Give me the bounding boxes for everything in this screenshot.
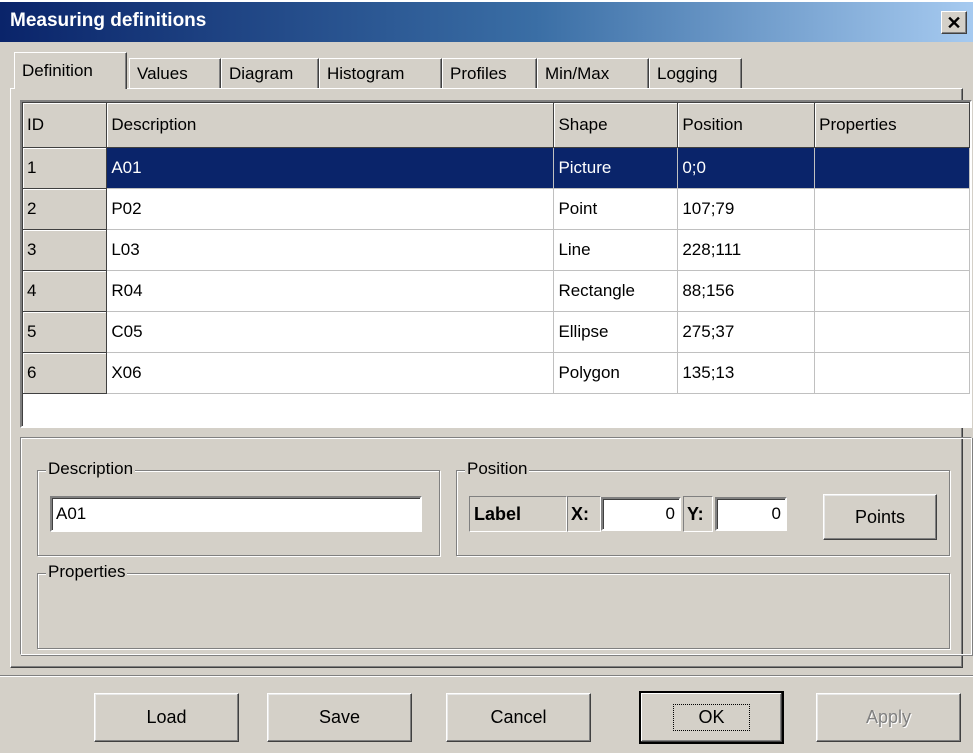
row-id[interactable]: 4 — [23, 270, 108, 312]
y-label: Y: — [683, 496, 713, 532]
table-row[interactable]: 6 X06 Polygon 135;13 — [23, 352, 970, 394]
column-header-description[interactable]: Description — [106, 103, 555, 148]
tab-label: Values — [137, 63, 188, 83]
position-label: Label — [469, 496, 567, 532]
table-row[interactable]: 1 A01 Picture 0;0 — [23, 147, 970, 189]
save-button-label: Save — [318, 707, 361, 727]
footer-divider — [0, 675, 973, 677]
row-id[interactable]: 5 — [23, 311, 108, 353]
x-input[interactable]: 0 — [601, 497, 681, 531]
tab-min-max[interactable]: Min/Max — [537, 58, 649, 88]
row-description[interactable]: P02 — [106, 188, 555, 230]
tab-label: Min/Max — [545, 63, 610, 83]
properties-group: Properties — [37, 562, 950, 649]
column-header-id[interactable]: ID — [23, 103, 108, 148]
window-title: Measuring definitions — [10, 10, 207, 31]
row-description[interactable]: A01 — [106, 147, 555, 189]
row-position[interactable]: 0;0 — [677, 147, 816, 189]
header-row: ID Description Shape Position Properties — [23, 103, 970, 148]
tab-label: Profiles — [450, 63, 507, 83]
column-header-position[interactable]: Position — [677, 103, 816, 148]
row-id[interactable]: 3 — [23, 229, 108, 271]
apply-button-label: Apply — [865, 707, 912, 727]
y-input[interactable]: 0 — [715, 497, 787, 531]
row-description[interactable]: R04 — [106, 270, 555, 312]
tab-histogram[interactable]: Histogram — [319, 58, 442, 88]
description-legend: Description — [46, 459, 136, 479]
table-row[interactable]: 2 P02 Point 107;79 — [23, 188, 970, 230]
points-button-label: Points — [854, 506, 906, 527]
row-shape[interactable]: Line — [553, 229, 679, 271]
description-group: Description A01 — [37, 459, 440, 556]
row-position[interactable]: 228;111 — [677, 229, 816, 271]
row-shape[interactable]: Polygon — [553, 352, 679, 394]
tab-label: Diagram — [229, 63, 294, 83]
table-row[interactable]: 3 L03 Line 228;111 — [23, 229, 970, 271]
column-header-shape[interactable]: Shape — [553, 103, 679, 148]
properties-legend: Properties — [46, 562, 128, 582]
row-position[interactable]: 275;37 — [677, 311, 816, 353]
close-icon: ✕ — [946, 12, 962, 33]
row-properties[interactable] — [814, 311, 970, 353]
cancel-button-label: Cancel — [490, 707, 547, 727]
row-id[interactable]: 2 — [23, 188, 108, 230]
row-shape[interactable]: Rectangle — [553, 270, 679, 312]
position-group: Position Label X: 0 Y: 0 Points — [456, 459, 950, 556]
row-shape[interactable]: Picture — [553, 147, 679, 189]
cancel-button[interactable]: Cancel — [446, 693, 591, 742]
load-button[interactable]: Load — [94, 693, 239, 742]
row-description[interactable]: X06 — [106, 352, 555, 394]
tab-profiles[interactable]: Profiles — [442, 58, 537, 88]
save-button[interactable]: Save — [267, 693, 412, 742]
row-id[interactable]: 1 — [23, 147, 108, 189]
table-row[interactable]: 4 R04 Rectangle 88;156 — [23, 270, 970, 312]
definitions-table: ID Description Shape Position Properties… — [23, 103, 970, 394]
row-id[interactable]: 6 — [23, 352, 108, 394]
tab-values[interactable]: Values — [129, 58, 221, 88]
column-header-properties[interactable]: Properties — [814, 103, 970, 148]
description-input[interactable]: A01 — [50, 496, 422, 532]
ok-button[interactable]: OK — [639, 691, 784, 744]
tab-label: Logging — [657, 63, 718, 83]
row-position[interactable]: 135;13 — [677, 352, 816, 394]
definitions-grid[interactable]: ID Description Shape Position Properties… — [20, 100, 972, 428]
position-legend: Position — [465, 459, 530, 479]
table-row[interactable]: 5 C05 Ellipse 275;37 — [23, 311, 970, 353]
tab-label: Histogram — [327, 63, 405, 83]
row-properties[interactable] — [814, 188, 970, 230]
row-properties[interactable] — [814, 270, 970, 312]
load-button-label: Load — [146, 707, 187, 727]
row-description[interactable]: L03 — [106, 229, 555, 271]
row-position[interactable]: 107;79 — [677, 188, 816, 230]
apply-button[interactable]: Apply — [816, 693, 961, 742]
x-label: X: — [567, 496, 601, 532]
close-button[interactable]: ✕ — [941, 11, 967, 34]
row-properties[interactable] — [814, 352, 970, 394]
row-shape[interactable]: Point — [553, 188, 679, 230]
tab-logging[interactable]: Logging — [649, 58, 742, 88]
row-position[interactable]: 88;156 — [677, 270, 816, 312]
ok-button-label: OK — [673, 704, 750, 731]
points-button[interactable]: Points — [823, 494, 937, 540]
tab-label: Definition — [22, 61, 93, 80]
title-bar[interactable]: Measuring definitions ✕ — [0, 0, 973, 42]
tab-definition[interactable]: Definition — [14, 52, 127, 89]
row-shape[interactable]: Ellipse — [553, 311, 679, 353]
row-properties[interactable] — [814, 229, 970, 271]
tab-diagram[interactable]: Diagram — [221, 58, 319, 88]
row-description[interactable]: C05 — [106, 311, 555, 353]
row-properties[interactable] — [814, 147, 970, 189]
